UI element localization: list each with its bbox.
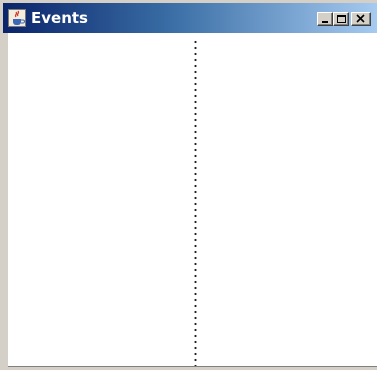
maximize-icon bbox=[337, 15, 346, 23]
canvas-area[interactable] bbox=[8, 33, 377, 366]
app-window: Events bbox=[0, 0, 377, 370]
java-cup-icon[interactable] bbox=[8, 9, 26, 27]
close-icon bbox=[356, 14, 365, 23]
window-title: Events bbox=[31, 9, 88, 27]
window-bottom-border bbox=[8, 366, 377, 370]
title-bar[interactable]: Events bbox=[3, 3, 377, 33]
minimize-button[interactable] bbox=[317, 12, 333, 26]
minimize-icon bbox=[322, 21, 328, 23]
dotted-divider bbox=[194, 39, 197, 366]
close-button[interactable] bbox=[351, 12, 371, 26]
maximize-button[interactable] bbox=[333, 12, 349, 26]
